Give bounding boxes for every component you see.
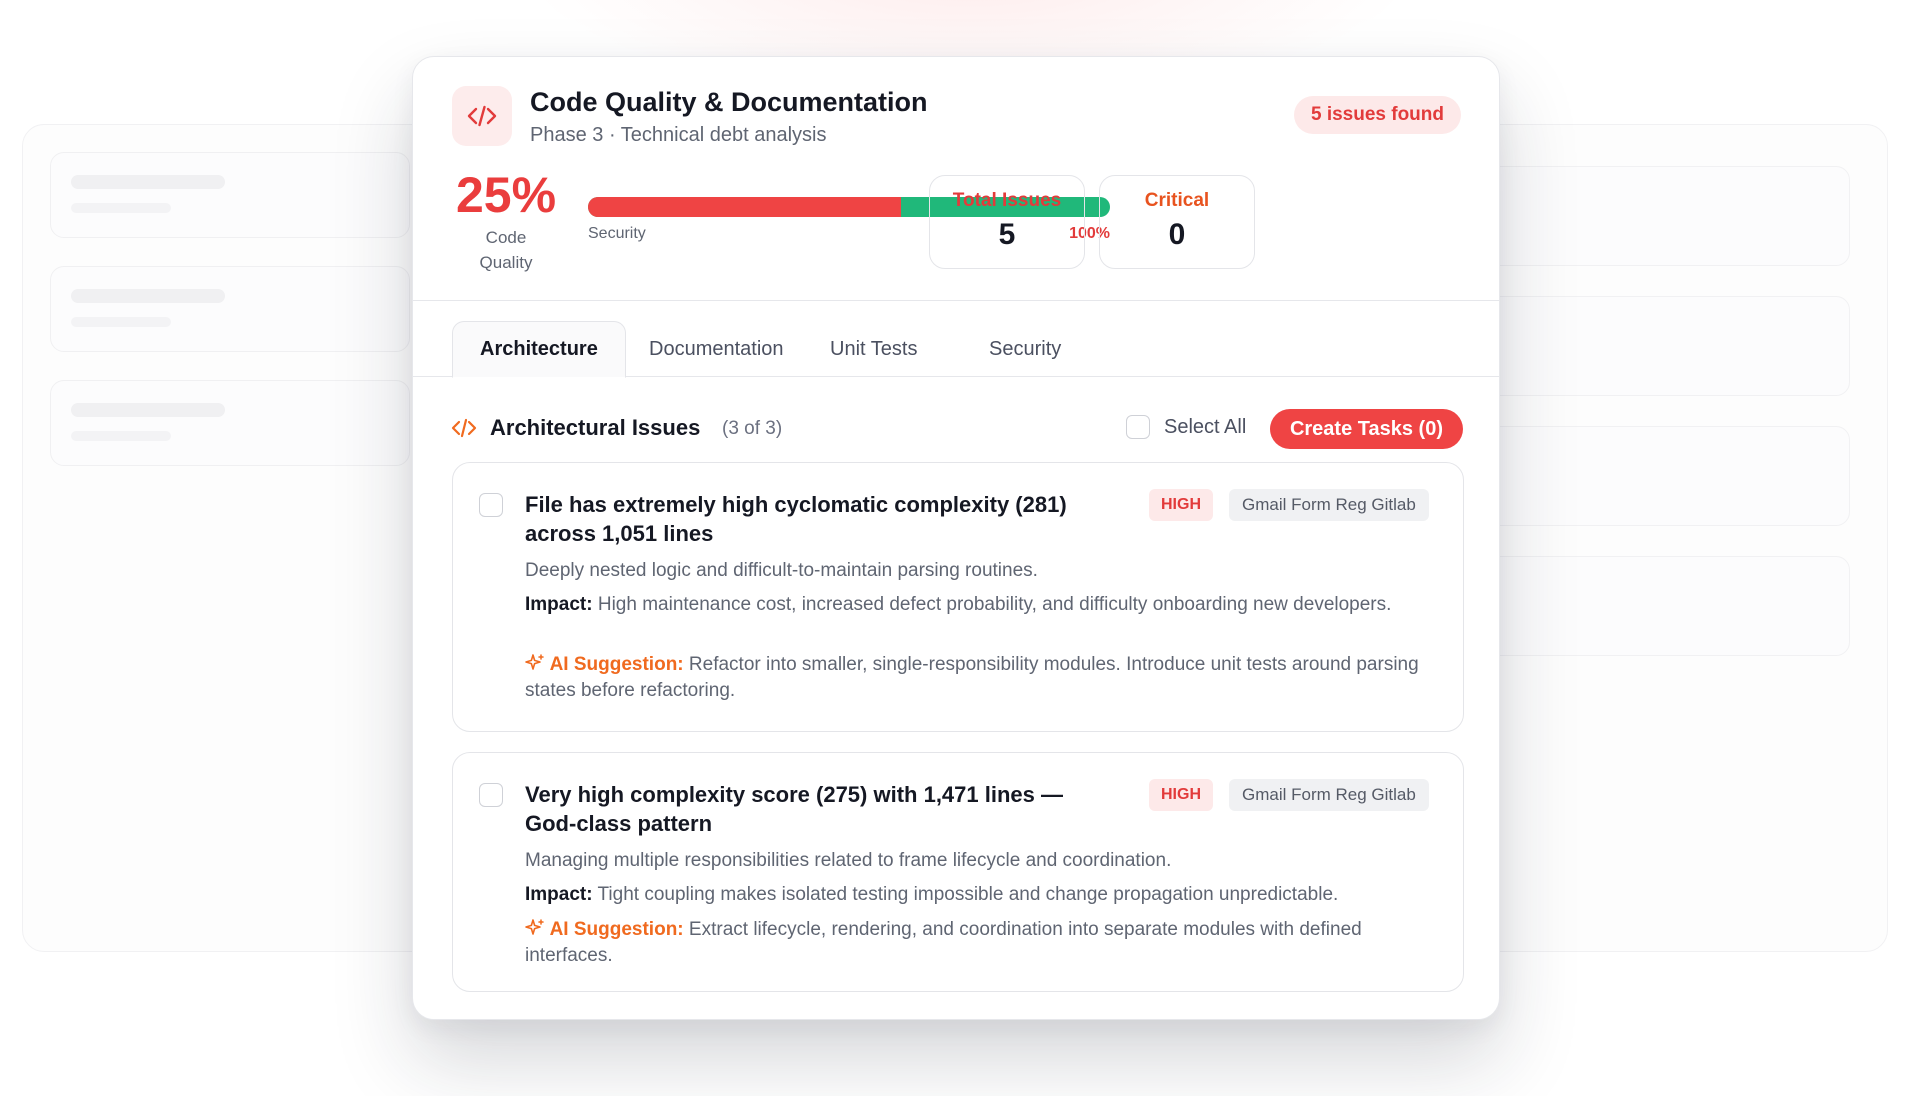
issues-found-badge: 5 issues found bbox=[1293, 96, 1461, 134]
total-issues-stat: Total Issues 5 bbox=[929, 175, 1085, 269]
issue-title: File has extremely high cyclomatic compl… bbox=[525, 492, 1067, 546]
total-issues-label: Total Issues bbox=[952, 190, 1062, 211]
repo-badge: Gmail Form Reg Gitlab bbox=[1229, 489, 1429, 521]
background-placeholder-card bbox=[1480, 426, 1850, 526]
issue-checkbox[interactable] bbox=[479, 493, 503, 517]
code-icon bbox=[451, 417, 477, 444]
score-value: 25% bbox=[455, 167, 557, 223]
issue-description: Managing multiple responsibilities relat… bbox=[525, 850, 1172, 871]
select-all-label: Select All bbox=[1164, 415, 1247, 438]
critical-value: 0 bbox=[1168, 218, 1186, 251]
modal-header: Code Quality & Documentation Phase 3 · T… bbox=[413, 57, 1499, 301]
page-title: Code Quality & Documentation bbox=[530, 87, 928, 117]
tab-documentation[interactable]: Documentation bbox=[622, 321, 811, 377]
ai-suggestion: AI Suggestion: Refactor into smaller, si… bbox=[525, 652, 1435, 704]
issue-title: Very high complexity score (275) with 1,… bbox=[525, 782, 1063, 836]
score-label-line2: Quality bbox=[479, 253, 533, 272]
issue-checkbox[interactable] bbox=[479, 783, 503, 807]
tab-unit-tests[interactable]: Unit Tests bbox=[803, 321, 944, 377]
issue-impact: Impact: Tight coupling makes isolated te… bbox=[525, 882, 1435, 908]
score-label-line1: Code bbox=[485, 228, 527, 247]
impact-text: High maintenance cost, increased defect … bbox=[597, 594, 1392, 615]
ai-suggestion-label: AI Suggestion: bbox=[549, 919, 684, 940]
progress-bar-fill bbox=[588, 197, 902, 217]
tab-security[interactable]: Security bbox=[962, 321, 1088, 377]
issue-impact: Impact: High maintenance cost, increased… bbox=[525, 592, 1435, 618]
impact-label: Impact: bbox=[525, 594, 593, 615]
code-quality-score: 25% Code Quality bbox=[451, 167, 561, 275]
select-all-control[interactable]: Select All bbox=[1126, 415, 1246, 439]
tab-architecture[interactable]: Architecture bbox=[452, 321, 626, 378]
background-placeholder-card bbox=[50, 152, 410, 238]
issue-card: Very high complexity score (275) with 1,… bbox=[452, 752, 1464, 992]
severity-badge: HIGH bbox=[1149, 779, 1213, 811]
page-subtitle: Phase 3 · Technical debt analysis bbox=[530, 124, 827, 146]
code-icon bbox=[452, 86, 512, 146]
sparkle-icon bbox=[525, 919, 550, 940]
impact-text: Tight coupling makes isolated testing im… bbox=[597, 884, 1339, 905]
impact-label: Impact: bbox=[525, 884, 593, 905]
total-issues-value: 5 bbox=[998, 218, 1016, 251]
critical-label: Critical bbox=[1144, 190, 1210, 211]
ai-suggestion-label: AI Suggestion: bbox=[549, 654, 684, 675]
background-placeholder-card bbox=[50, 266, 410, 352]
section-title: Architectural Issues bbox=[490, 415, 701, 440]
background-placeholder-card bbox=[1480, 166, 1850, 266]
tab-bar: Architecture Documentation Unit Tests Se… bbox=[413, 301, 1499, 378]
section-count: (3 of 3) bbox=[722, 418, 783, 439]
issue-description: Deeply nested logic and difficult-to-mai… bbox=[525, 560, 1038, 581]
ai-suggestion: AI Suggestion: Extract lifecycle, render… bbox=[525, 917, 1435, 969]
background-placeholder-card bbox=[1480, 556, 1850, 656]
background-placeholder-card bbox=[1480, 296, 1850, 396]
sparkle-icon bbox=[525, 654, 550, 675]
repo-badge: Gmail Form Reg Gitlab bbox=[1229, 779, 1429, 811]
create-tasks-button[interactable]: Create Tasks (0) bbox=[1269, 409, 1463, 449]
progress-left-label: Security bbox=[588, 225, 646, 242]
select-all-checkbox[interactable] bbox=[1126, 415, 1150, 439]
section-header: Architectural Issues (3 of 3) Select All… bbox=[451, 409, 1463, 449]
background-placeholder-card bbox=[50, 380, 410, 466]
issue-card: File has extremely high cyclomatic compl… bbox=[452, 462, 1464, 732]
severity-badge: HIGH bbox=[1149, 489, 1213, 521]
critical-stat: Critical 0 bbox=[1099, 175, 1255, 269]
code-quality-modal: Code Quality & Documentation Phase 3 · T… bbox=[412, 56, 1500, 1020]
